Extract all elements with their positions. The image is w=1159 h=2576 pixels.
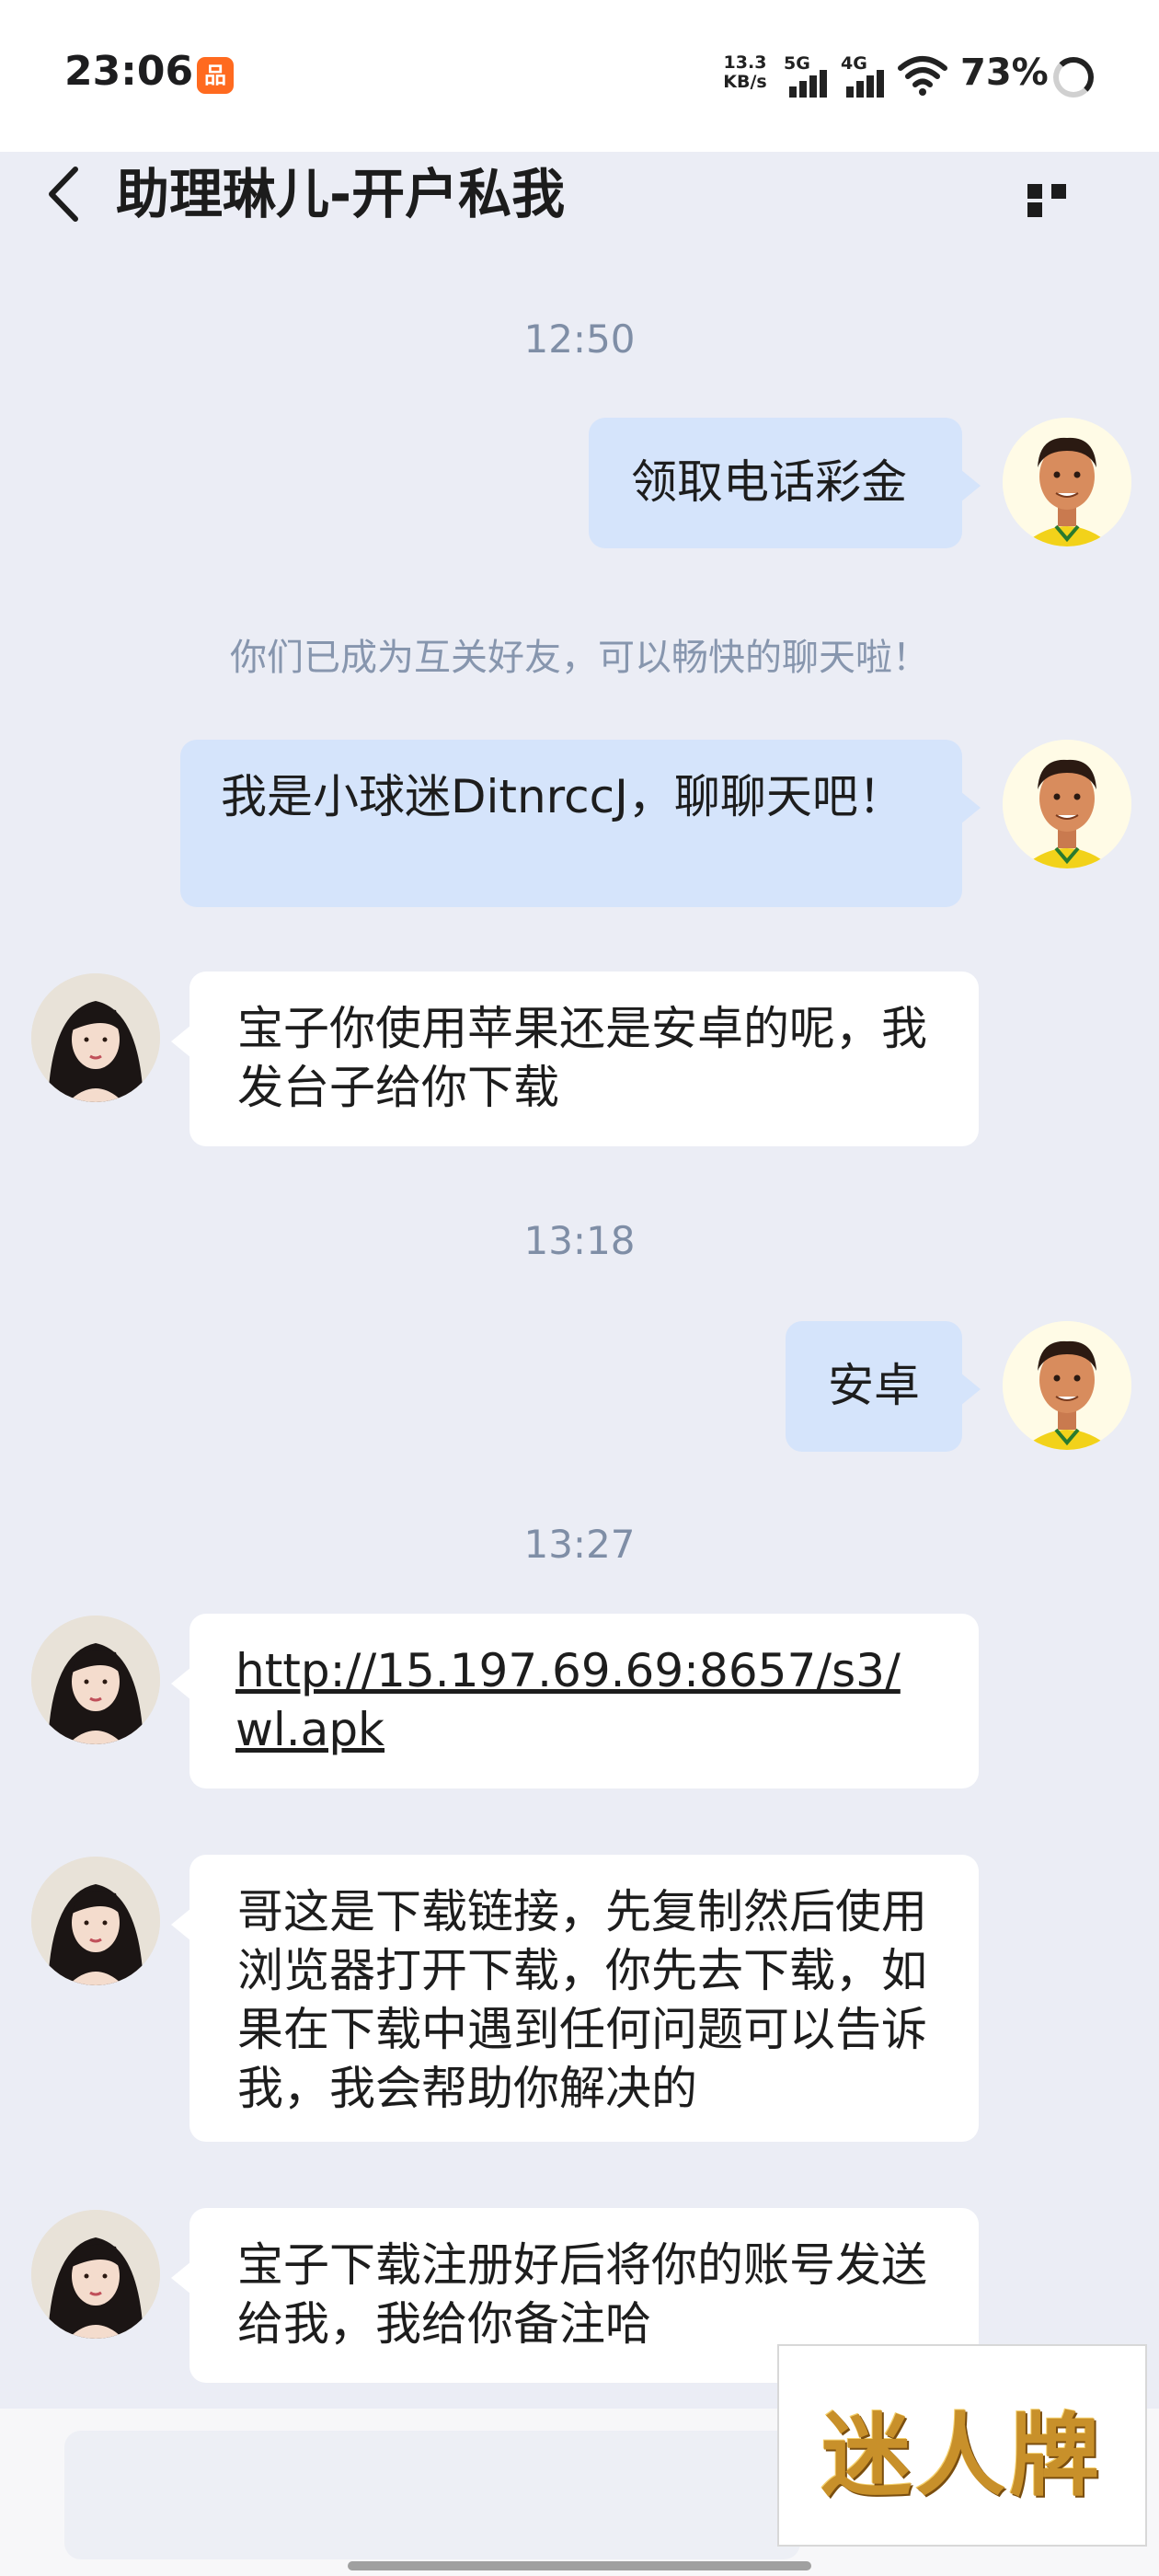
message-text: 宝子你使用苹果还是安卓的呢，我发台子给你下载 xyxy=(237,1002,927,1114)
wifi-icon xyxy=(898,56,947,96)
timestamp: 12:50 xyxy=(523,316,636,362)
female-avatar-icon xyxy=(31,1857,160,1985)
status-bar: 23:06 品 13.3 KB/s 5G 4G 73% 助理琳儿-开户私我 xyxy=(0,0,1159,224)
download-link[interactable]: http://15.197.69.69:8657/s3/wl.apk xyxy=(235,1644,901,1756)
network-speed-unit: KB/s xyxy=(723,72,767,92)
male-avatar-icon xyxy=(1003,740,1131,868)
message-text: 哥这是下载链接，先复制然后使用浏览器打开下载，你先去下载，如果在下载中遇到任何问… xyxy=(237,1885,927,2115)
female-avatar-icon xyxy=(31,973,160,1102)
female-avatar-icon xyxy=(31,2210,160,2339)
chevron-left-icon[interactable] xyxy=(44,164,85,224)
sent-message-bubble[interactable]: 领取电话彩金 xyxy=(589,418,981,548)
sent-message-bubble[interactable]: 我是小球迷DitnrccJ，聊聊天吧！ xyxy=(180,740,981,907)
timestamp: 13:18 xyxy=(523,1218,636,1263)
chat-title: 助理琳儿-开户私我 xyxy=(116,163,566,225)
battery-ring-icon xyxy=(1053,57,1094,98)
chat-area[interactable]: 12:50 领取电话彩金 你们已成为互关好友，可以畅快的聊天啦！ 我是小球迷Di… xyxy=(0,265,1159,2409)
message-text: 宝子下载注册好后将你的账号发送给我，我给你备注哈 xyxy=(237,2238,927,2351)
received-message-bubble[interactable]: http://15.197.69.69:8657/s3/wl.apk xyxy=(171,1614,979,1788)
message-text: 我是小球迷DitnrccJ，聊聊天吧！ xyxy=(221,770,904,823)
contact-avatar[interactable] xyxy=(31,1616,160,1744)
status-time: 23:06 xyxy=(64,48,194,95)
message-text: 安卓 xyxy=(828,1359,920,1412)
system-notice: 你们已成为互关好友，可以畅快的聊天啦！ xyxy=(230,637,929,679)
sent-message-bubble[interactable]: 安卓 xyxy=(786,1321,981,1452)
my-avatar[interactable] xyxy=(1003,418,1131,546)
received-message-bubble[interactable]: 哥这是下载链接，先复制然后使用浏览器打开下载，你先去下载，如果在下载中遇到任何问… xyxy=(171,1855,979,2142)
message-text: 领取电话彩金 xyxy=(631,455,907,509)
network-speed-value: 13.3 xyxy=(723,52,767,73)
female-avatar-icon xyxy=(31,1616,160,1744)
network-speed: 13.3 KB/s xyxy=(717,53,773,92)
received-message-bubble[interactable]: 宝子你使用苹果还是安卓的呢，我发台子给你下载 xyxy=(171,972,979,1146)
signal-5g-icon: 5G xyxy=(784,53,835,99)
app-notification-icon: 品 xyxy=(197,57,234,94)
watermark-text: 迷人牌 xyxy=(820,2403,1103,2509)
more-dots-icon[interactable] xyxy=(1027,184,1097,217)
my-avatar[interactable] xyxy=(1003,740,1131,868)
male-avatar-icon xyxy=(1003,418,1131,546)
watermark-logo: 迷人牌 xyxy=(777,2344,1147,2547)
home-indicator[interactable] xyxy=(348,2561,811,2570)
signal-4g-icon: 4G xyxy=(841,53,892,99)
contact-avatar[interactable] xyxy=(31,2210,160,2339)
my-avatar[interactable] xyxy=(1003,1321,1131,1450)
contact-avatar[interactable] xyxy=(31,973,160,1102)
timestamp: 13:27 xyxy=(523,1522,636,1567)
message-input[interactable] xyxy=(64,2431,800,2559)
male-avatar-icon xyxy=(1003,1321,1131,1450)
battery-percentage: 73% xyxy=(960,52,1049,94)
contact-avatar[interactable] xyxy=(31,1857,160,1985)
